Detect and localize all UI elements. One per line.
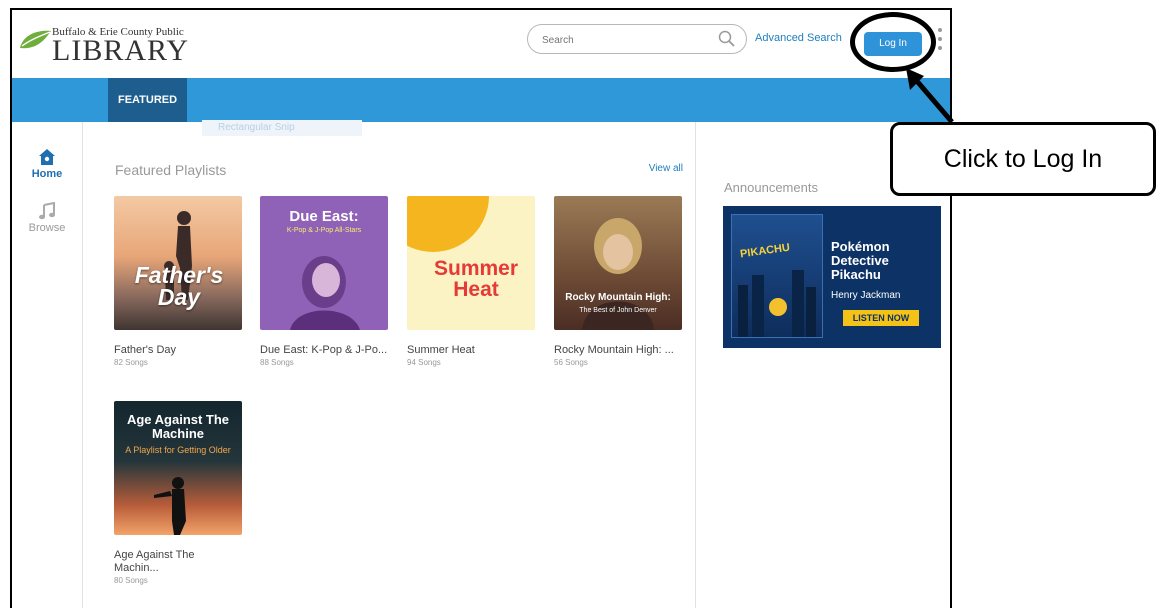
playlist-cover-image[interactable]: Father's Day — [114, 196, 242, 330]
site-header: Buffalo & Erie County Public LIBRARY Adv… — [12, 10, 950, 78]
home-icon — [39, 149, 55, 165]
sidebar-item-home[interactable]: Home — [12, 148, 82, 180]
advanced-search-link[interactable]: Advanced Search — [755, 32, 842, 44]
leaf-logo-icon — [20, 30, 51, 49]
sidebar: Home Browse — [12, 122, 83, 608]
song-count: 56 Songs — [554, 358, 588, 367]
listen-now-button[interactable]: LISTEN NOW — [843, 310, 919, 326]
playlist-name[interactable]: Due East: K-Pop & J-Po... — [260, 344, 388, 357]
snip-tooltip: Rectangular Snip — [202, 120, 362, 136]
song-count: 80 Songs — [114, 576, 148, 585]
callout-text: Click to Log In — [943, 145, 1103, 173]
song-count: 82 Songs — [114, 358, 148, 367]
cover-title: Father's Day — [134, 262, 224, 310]
playlist-card[interactable]: Rocky Mountain High: The Best of John De… — [554, 196, 682, 367]
silhouette-icon — [154, 477, 186, 535]
search-icon[interactable] — [718, 30, 736, 48]
callout-box: Click to Log In — [890, 122, 1156, 196]
banner-title: Pokémon Detective Pikachu — [831, 239, 890, 282]
cover-title: Rocky Mountain High: — [565, 292, 671, 303]
cover-title: Summer Heat — [433, 257, 519, 301]
playlist-card[interactable]: Summer Heat Summer Heat 94 Songs — [407, 196, 535, 367]
logo-title: LIBRARY — [52, 34, 190, 67]
song-count: 94 Songs — [407, 358, 441, 367]
search-box[interactable] — [527, 24, 747, 54]
city-skyline-icon — [738, 270, 816, 337]
login-button[interactable]: Log In — [864, 32, 922, 56]
main-content: Featured Playlists View all Father's Day… — [83, 122, 696, 608]
song-count: 88 Songs — [260, 358, 294, 367]
section-title: Featured Playlists — [115, 162, 227, 178]
playlist-cover-image[interactable]: Age Against The Machine A Playlist for G… — [114, 401, 242, 535]
browser-frame: Buffalo & Erie County Public LIBRARY Adv… — [10, 8, 952, 608]
more-options-icon[interactable] — [938, 28, 942, 55]
banner-artist: Henry Jackman — [831, 290, 901, 301]
portrait-icon — [290, 256, 360, 330]
playlist-name[interactable]: Rocky Mountain High: ... — [554, 344, 682, 357]
view-all-link[interactable]: View all — [649, 163, 683, 174]
playlist-cover-image[interactable]: Rocky Mountain High: The Best of John De… — [554, 196, 682, 330]
tab-featured[interactable]: FEATURED — [108, 78, 188, 122]
music-note-icon — [39, 202, 55, 220]
playlist-card[interactable]: Due East: K-Pop & J-Pop All-Stars Due Ea… — [260, 196, 388, 367]
pointer-arrow-icon — [906, 68, 954, 124]
announcement-banner[interactable]: PIKACHU Pokémon Detective Pikachu Henry … — [723, 206, 941, 348]
playlist-cover-image[interactable]: Due East: K-Pop & J-Pop All-Stars — [260, 196, 388, 330]
movie-poster-image: PIKACHU — [731, 214, 823, 338]
playlist-name[interactable]: Age Against The Machin... — [114, 549, 242, 575]
playlist-card[interactable]: Father's Day Father's Day 82 Songs — [114, 196, 242, 367]
library-logo[interactable]: Buffalo & Erie County Public LIBRARY — [16, 20, 206, 72]
sidebar-item-browse[interactable]: Browse — [12, 202, 82, 234]
login-highlight-circle: Log In — [850, 12, 936, 72]
sidebar-item-label: Home — [31, 168, 63, 180]
playlist-card[interactable]: Age Against The Machine A Playlist for G… — [114, 401, 242, 585]
sidebar-item-label: Browse — [28, 222, 66, 234]
playlist-name[interactable]: Father's Day — [114, 344, 242, 357]
search-input[interactable] — [540, 31, 704, 49]
cover-subtitle: The Best of John Denver — [579, 307, 657, 314]
playlist-cover-image[interactable]: Summer Heat — [407, 196, 535, 330]
playlist-name[interactable]: Summer Heat — [407, 344, 535, 357]
nav-bar: FEATURED — [12, 78, 950, 122]
announcements-title: Announcements — [724, 180, 818, 195]
